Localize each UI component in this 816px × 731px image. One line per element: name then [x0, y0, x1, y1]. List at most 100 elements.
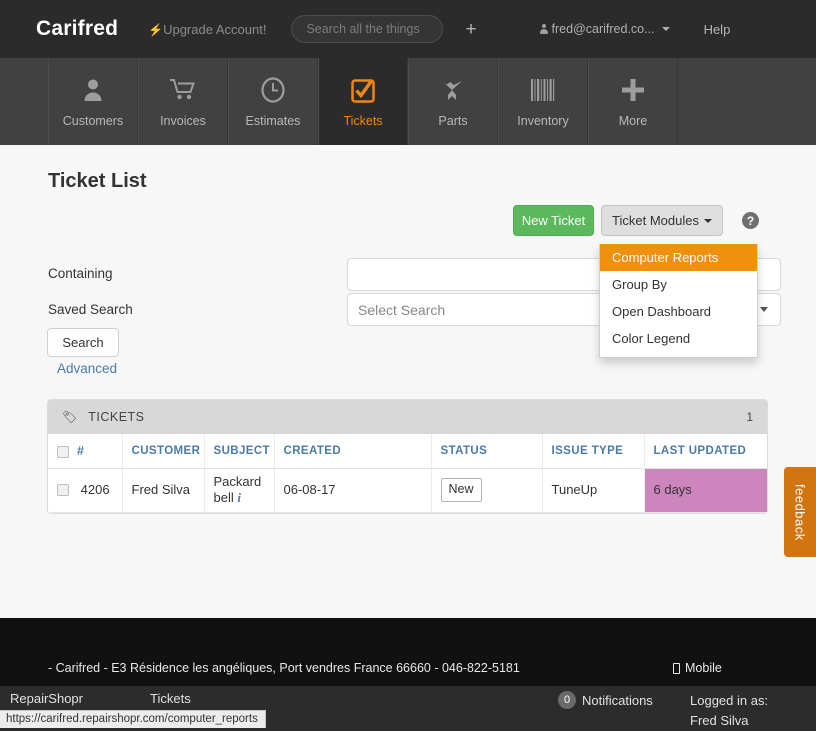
app-root: Carifred ⚡Upgrade Account! + fred@carifr…: [0, 0, 816, 731]
tickets-panel-title: TICKETS: [88, 410, 145, 424]
status-link-preview: https://carifred.repairshopr.com/compute…: [0, 710, 266, 728]
nav-item-label: More: [618, 114, 648, 128]
select-all-checkbox[interactable]: [57, 445, 69, 458]
dropdown-item-group-by[interactable]: Group By: [600, 271, 757, 298]
table-header-row: # CUSTOMER SUBJECT CREATED STATUS ISSUE …: [48, 434, 767, 469]
table-row[interactable]: 4206 Fred Silva Packard bell i 06-08-17 …: [48, 468, 767, 513]
logged-in-label: Logged in as:: [690, 693, 769, 708]
main-content: Ticket List New Ticket Ticket Modules ? …: [0, 145, 816, 618]
account-email-label: fred@carifred.co...: [551, 22, 655, 36]
row-checkbox[interactable]: [57, 484, 69, 497]
clock-icon: [261, 75, 285, 105]
checked-box-icon: [350, 75, 376, 105]
user-icon: [83, 75, 103, 105]
containing-label: Containing: [48, 266, 113, 281]
tickets-table: # CUSTOMER SUBJECT CREATED STATUS ISSUE …: [48, 434, 767, 513]
status-badge: New: [440, 478, 482, 502]
add-new-icon[interactable]: +: [465, 20, 476, 39]
ticket-modules-dropdown: Computer Reports Group By Open Dashboard…: [599, 244, 758, 358]
column-header-created[interactable]: CREATED: [274, 434, 432, 469]
info-icon[interactable]: i: [237, 490, 241, 505]
bolt-icon: ⚡: [148, 22, 164, 37]
column-header-last-updated[interactable]: LAST UPDATED: [644, 434, 767, 469]
ticket-number[interactable]: 4206: [81, 482, 110, 497]
nav-item-label: Parts: [438, 114, 468, 128]
cell-subject: Packard bell i: [204, 468, 275, 513]
column-header-customer[interactable]: CUSTOMER: [122, 434, 205, 469]
footer-mobile-label: Mobile: [685, 661, 722, 675]
feedback-tab[interactable]: feedback: [784, 467, 816, 557]
column-header-subject[interactable]: SUBJECT: [204, 434, 275, 469]
footer-mobile-link[interactable]: Mobile: [673, 661, 722, 675]
nav-item-label: Invoices: [160, 114, 206, 128]
saved-search-value: Select Search: [358, 301, 446, 318]
column-header-number: #: [48, 434, 123, 469]
tag-icon: 🏷: [62, 410, 78, 424]
nav-item-inventory[interactable]: Inventory: [498, 58, 588, 145]
dropdown-item-color-legend[interactable]: Color Legend: [600, 325, 757, 352]
nav-item-label: Inventory: [517, 114, 569, 128]
nav-item-parts[interactable]: Parts: [408, 58, 498, 145]
nav-item-label: Customers: [62, 114, 124, 128]
upgrade-account-link[interactable]: ⚡Upgrade Account!: [148, 22, 266, 37]
notifications-label: Notifications: [582, 692, 653, 708]
cell-status: New: [431, 468, 543, 513]
statusbar-app-name[interactable]: RepairShopr: [10, 691, 83, 706]
tickets-count: 1: [746, 410, 753, 424]
saved-search-label: Saved Search: [48, 302, 133, 317]
nav-item-estimates[interactable]: Estimates: [228, 58, 318, 145]
barcode-icon: [530, 75, 556, 105]
cell-issue-type: TuneUp: [542, 468, 645, 513]
global-search-wrapper: [291, 15, 444, 43]
help-circle-icon[interactable]: ?: [742, 212, 759, 229]
page-footer: - Carifred - E3 Résidence les angéliques…: [0, 618, 816, 686]
nav-item-tickets[interactable]: Tickets: [318, 58, 408, 145]
statusbar-tab-name[interactable]: Tickets: [150, 691, 191, 706]
feedback-label: feedback: [792, 483, 808, 541]
nav-item-invoices[interactable]: Invoices: [138, 58, 228, 145]
airplane-icon: [440, 75, 466, 105]
footer-address: - Carifred - E3 Résidence les angéliques…: [48, 661, 520, 675]
cell-number: 4206: [48, 468, 123, 513]
cell-created: 06-08-17: [274, 468, 432, 513]
logged-in-user: Fred Silva: [690, 713, 749, 728]
cell-customer: Fred Silva: [122, 468, 205, 513]
nav-left-spacer: [0, 58, 48, 145]
help-link[interactable]: Help: [704, 22, 731, 37]
notifications-badge: 0: [558, 691, 576, 709]
logged-in-area: Logged in as: Fred Silva: [690, 691, 768, 731]
column-header-issue-type[interactable]: ISSUE TYPE: [542, 434, 645, 469]
user-icon: [539, 23, 548, 35]
page-title: Ticket List: [48, 170, 147, 192]
account-menu[interactable]: fred@carifred.co...: [539, 22, 670, 36]
main-navigation: Customers Invoices Estimates Tickets Par: [0, 58, 816, 145]
new-ticket-button[interactable]: New Ticket: [513, 205, 594, 236]
top-header: Carifred ⚡Upgrade Account! + fred@carifr…: [0, 0, 816, 58]
tickets-panel-header: 🏷 TICKETS 1: [48, 400, 767, 434]
search-button[interactable]: Search: [47, 328, 119, 357]
cell-last-updated: 6 days: [644, 468, 767, 513]
ticket-modules-label: Ticket Modules: [612, 213, 699, 228]
chevron-down-icon: [703, 218, 712, 223]
dropdown-item-computer-reports[interactable]: Computer Reports: [600, 244, 757, 271]
brand-logo[interactable]: Carifred: [36, 17, 118, 41]
advanced-search-link[interactable]: Advanced: [57, 361, 117, 376]
nav-item-more[interactable]: More: [588, 58, 678, 145]
cart-icon: [170, 75, 196, 105]
nav-item-label: Estimates: [245, 114, 301, 128]
upgrade-account-label: Upgrade Account!: [163, 21, 267, 37]
ticket-modules-button[interactable]: Ticket Modules: [601, 205, 723, 236]
plus-icon: [621, 75, 645, 105]
global-search-input[interactable]: [291, 15, 444, 43]
mobile-icon: [673, 662, 680, 674]
column-header-label[interactable]: #: [77, 444, 84, 458]
nav-item-label: Tickets: [343, 114, 383, 128]
column-header-status[interactable]: STATUS: [431, 434, 543, 469]
notifications-area[interactable]: 0 Notifications: [558, 691, 653, 709]
chevron-down-icon: [661, 27, 670, 31]
dropdown-item-open-dashboard[interactable]: Open Dashboard: [600, 298, 757, 325]
chevron-down-icon: [760, 307, 768, 312]
tickets-panel: 🏷 TICKETS 1 # CUSTOMER SUBJECT CREATED S…: [47, 399, 768, 514]
nav-item-customers[interactable]: Customers: [48, 58, 138, 145]
action-button-row: New Ticket Ticket Modules ?: [0, 205, 816, 237]
